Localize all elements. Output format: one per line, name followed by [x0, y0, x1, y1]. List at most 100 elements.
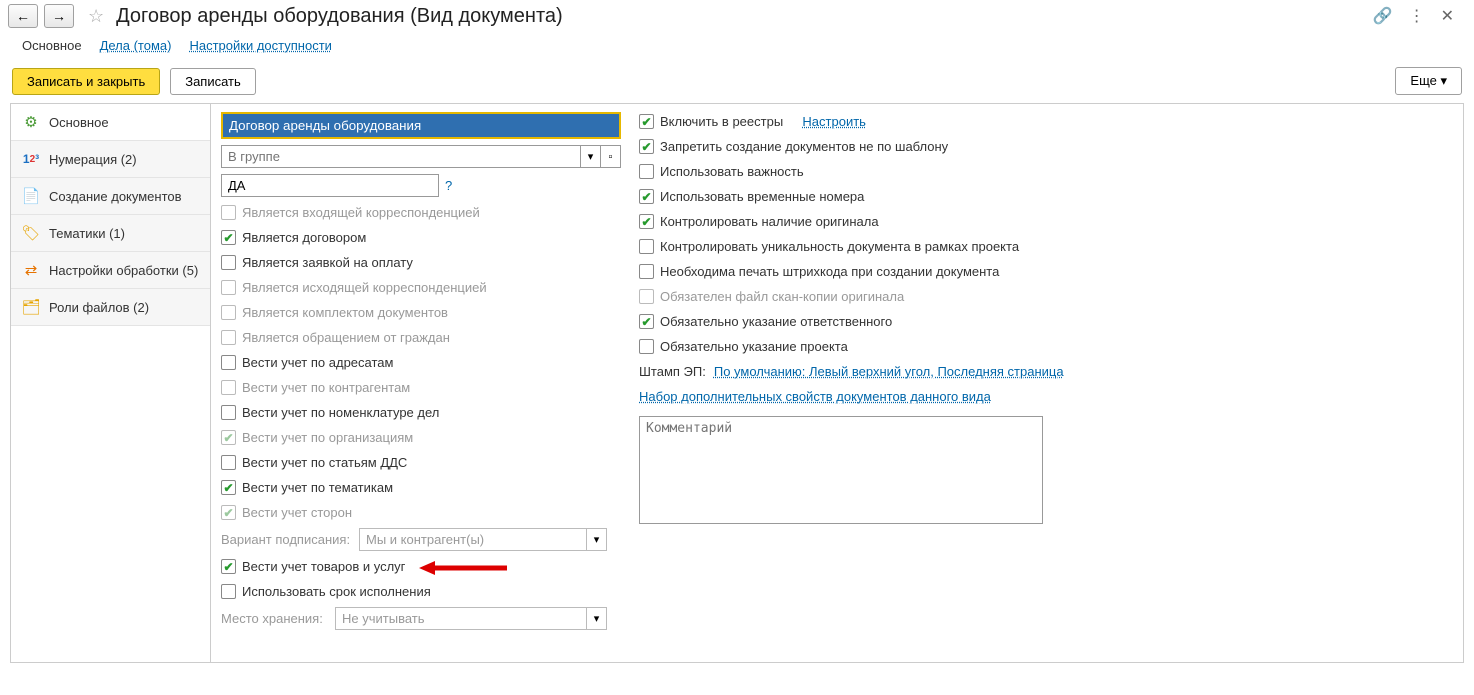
sidebar-item-label: Создание документов	[49, 189, 182, 204]
help-icon[interactable]: ?	[445, 178, 452, 193]
chk-goods-label[interactable]: Вести учет товаров и услуг	[242, 559, 405, 574]
chk-dds[interactable]	[221, 455, 236, 470]
chk-project-label[interactable]: Обязательно указание проекта	[660, 339, 848, 354]
chk-addr-label[interactable]: Вести учет по адресатам	[242, 355, 393, 370]
chk-registries-label[interactable]: Включить в реестры	[660, 114, 783, 129]
nav-forward-button[interactable]: →	[44, 4, 74, 28]
files-icon: 🗂	[21, 297, 41, 317]
sidebar: ⚙ Основное 12³ Нумерация (2) 📄 Создание …	[11, 104, 211, 662]
save-and-close-button[interactable]: Записать и закрыть	[12, 68, 160, 95]
chk-nomenclature[interactable]	[221, 405, 236, 420]
chk-barcode[interactable]	[639, 264, 654, 279]
group-dropdown-button[interactable]: ▾	[581, 145, 601, 168]
save-button[interactable]: Записать	[170, 68, 256, 95]
sidebar-item-main[interactable]: ⚙ Основное	[11, 104, 210, 141]
additional-props-link[interactable]: Набор дополнительных свойств документов …	[639, 389, 991, 404]
sign-variant-label: Вариант подписания:	[221, 532, 353, 547]
storage-label: Место хранения:	[221, 611, 329, 626]
sidebar-item-creation[interactable]: 📄 Создание документов	[11, 178, 210, 215]
name-input[interactable]	[221, 112, 621, 139]
sign-variant-dropdown-button[interactable]: ▾	[587, 528, 607, 551]
chk-importance-label[interactable]: Использовать важность	[660, 164, 804, 179]
chk-forbid-label[interactable]: Запретить создание документов не по шабл…	[660, 139, 948, 154]
chk-addr[interactable]	[221, 355, 236, 370]
chk-scan-label: Обязателен файл скан-копии оригинала	[660, 289, 904, 304]
chk-citizen-label: Является обращением от граждан	[242, 330, 450, 345]
chk-unique-label[interactable]: Контролировать уникальность документа в …	[660, 239, 1019, 254]
flow-icon: ⇄	[21, 260, 41, 280]
sidebar-item-label: Основное	[49, 115, 109, 130]
chk-topics[interactable]	[221, 480, 236, 495]
chk-contragents-label: Вести учет по контрагентам	[242, 380, 410, 395]
numbers-icon: 12³	[21, 149, 41, 169]
stamp-link[interactable]: По умолчанию: Левый верхний угол, Послед…	[714, 364, 1064, 379]
chk-dds-label[interactable]: Вести учет по статьям ДДС	[242, 455, 407, 470]
page-title: Договор аренды оборудования (Вид докумен…	[116, 5, 563, 28]
chk-sides-label: Вести учет сторон	[242, 505, 352, 520]
gear-icon: ⚙	[21, 112, 41, 132]
chk-docpack-label: Является комплектом документов	[242, 305, 448, 320]
tab-cases[interactable]: Дела (тома)	[100, 38, 172, 53]
chk-responsible-label[interactable]: Обязательно указание ответственного	[660, 314, 892, 329]
code-input[interactable]	[221, 174, 439, 197]
chk-nomenclature-label[interactable]: Вести учет по номенклатуре дел	[242, 405, 439, 420]
sidebar-item-label: Настройки обработки (5)	[49, 263, 198, 278]
chk-incoming	[221, 205, 236, 220]
link-icon[interactable]: 🔗	[1373, 6, 1393, 26]
chk-outgoing	[221, 280, 236, 295]
storage-dropdown-button[interactable]: ▾	[587, 607, 607, 630]
tag-icon: 🏷	[21, 223, 41, 243]
stamp-label: Штамп ЭП:	[639, 364, 706, 379]
chk-responsible[interactable]	[639, 314, 654, 329]
chk-forbid[interactable]	[639, 139, 654, 154]
chk-payreq[interactable]	[221, 255, 236, 270]
annotation-arrow-icon	[419, 559, 509, 577]
chk-unique[interactable]	[639, 239, 654, 254]
storage-input[interactable]	[335, 607, 587, 630]
chk-contract-label[interactable]: Является договором	[242, 230, 366, 245]
chk-sides	[221, 505, 236, 520]
chk-org-label: Вести учет по организациям	[242, 430, 413, 445]
chk-deadline-label[interactable]: Использовать срок исполнения	[242, 584, 431, 599]
chk-docpack	[221, 305, 236, 320]
chk-org	[221, 430, 236, 445]
tab-main[interactable]: Основное	[22, 38, 82, 53]
chk-registries[interactable]	[639, 114, 654, 129]
chk-topics-label[interactable]: Вести учет по тематикам	[242, 480, 393, 495]
sidebar-item-topics[interactable]: 🏷 Тематики (1)	[11, 215, 210, 252]
sidebar-item-file-roles[interactable]: 🗂 Роли файлов (2)	[11, 289, 210, 326]
group-open-button[interactable]: ▫	[601, 145, 621, 168]
configure-link[interactable]: Настроить	[802, 114, 866, 129]
chk-contragents	[221, 380, 236, 395]
kebab-menu-icon[interactable]: ⋮	[1409, 6, 1425, 26]
chk-tempnum-label[interactable]: Использовать временные номера	[660, 189, 864, 204]
group-input[interactable]	[221, 145, 581, 168]
tab-access[interactable]: Настройки доступности	[189, 38, 331, 53]
chk-citizen	[221, 330, 236, 345]
comment-textarea[interactable]	[639, 416, 1043, 524]
chk-scan	[639, 289, 654, 304]
more-button[interactable]: Еще ▾	[1395, 67, 1462, 95]
sidebar-item-label: Нумерация (2)	[49, 152, 137, 167]
chk-deadline[interactable]	[221, 584, 236, 599]
sidebar-item-processing[interactable]: ⇄ Настройки обработки (5)	[11, 252, 210, 289]
favorite-star-icon[interactable]: ☆	[88, 6, 104, 27]
chk-payreq-label[interactable]: Является заявкой на оплату	[242, 255, 413, 270]
sidebar-item-numbering[interactable]: 12³ Нумерация (2)	[11, 141, 210, 178]
chk-contract[interactable]	[221, 230, 236, 245]
chk-tempnum[interactable]	[639, 189, 654, 204]
sign-variant-input[interactable]	[359, 528, 587, 551]
chk-outgoing-label: Является исходящей корреспонденцией	[242, 280, 487, 295]
chk-incoming-label: Является входящей корреспонденцией	[242, 205, 480, 220]
document-icon: 📄	[21, 186, 41, 206]
sidebar-item-label: Роли файлов (2)	[49, 300, 149, 315]
close-icon[interactable]: ✕	[1441, 6, 1454, 26]
chk-project[interactable]	[639, 339, 654, 354]
chk-orig[interactable]	[639, 214, 654, 229]
chk-goods[interactable]	[221, 559, 236, 574]
chk-barcode-label[interactable]: Необходима печать штрихкода при создании…	[660, 264, 999, 279]
nav-back-button[interactable]: ←	[8, 4, 38, 28]
chk-importance[interactable]	[639, 164, 654, 179]
sidebar-item-label: Тематики (1)	[49, 226, 125, 241]
chk-orig-label[interactable]: Контролировать наличие оригинала	[660, 214, 879, 229]
